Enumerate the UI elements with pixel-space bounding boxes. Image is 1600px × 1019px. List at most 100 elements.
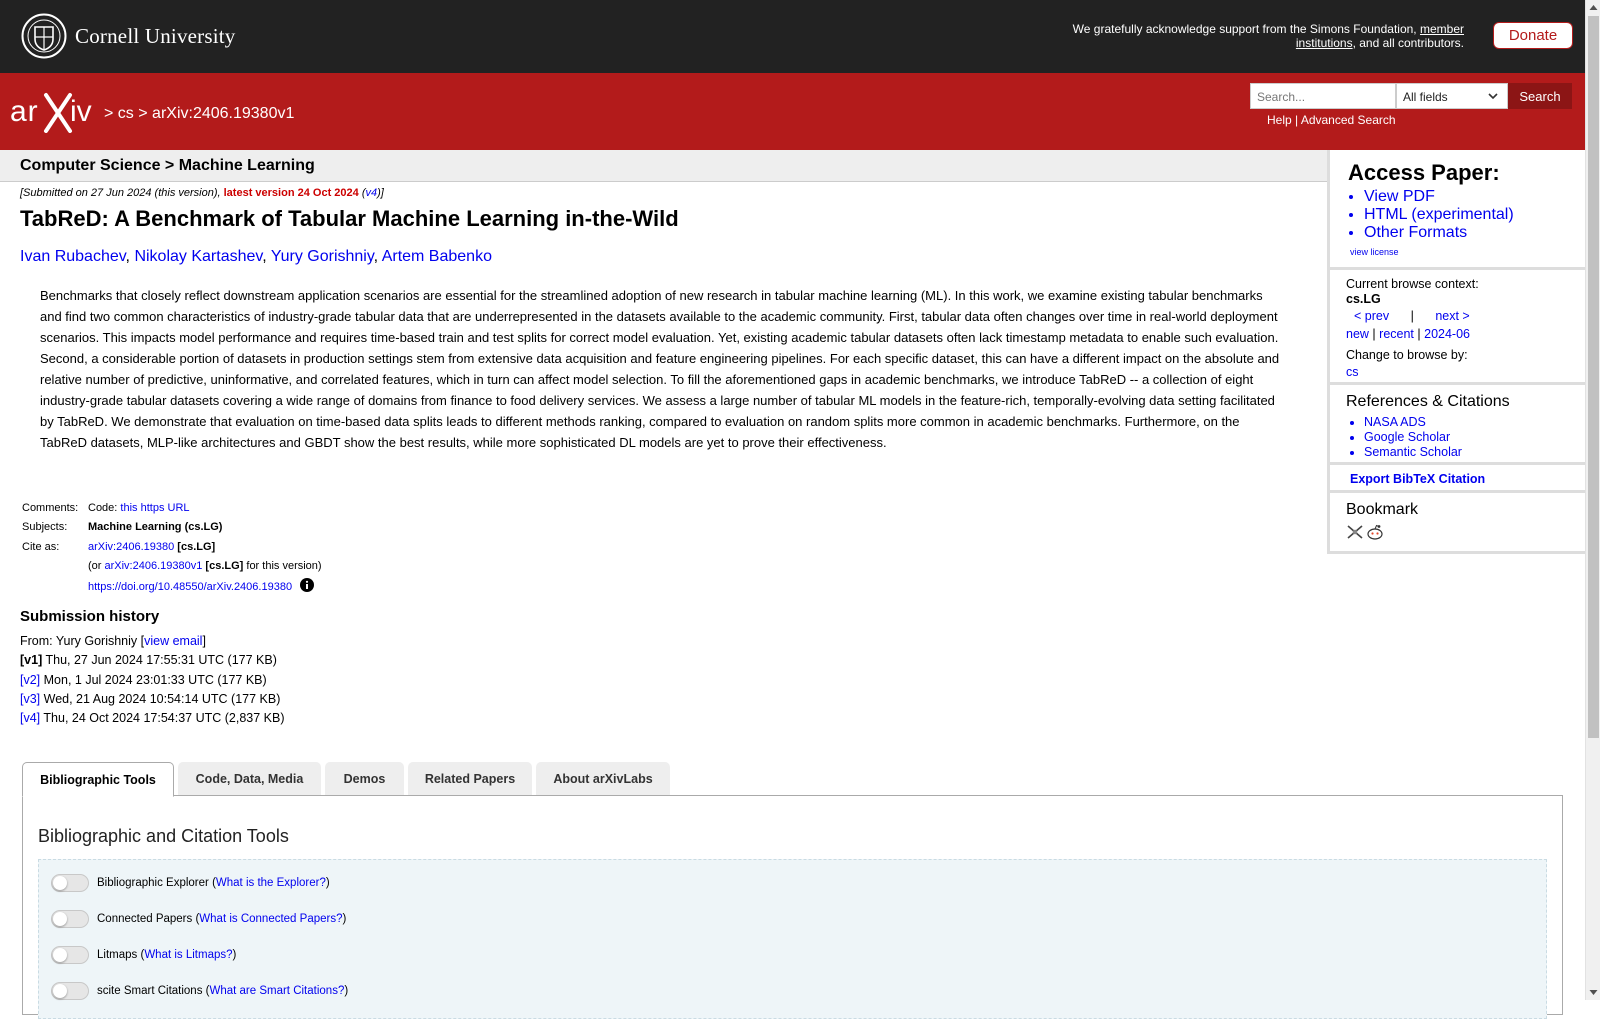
doi-link[interactable]: https://doi.org/10.48550/arXiv.2406.1938… <box>88 581 292 593</box>
bibsonomy-icon[interactable] <box>1346 524 1364 540</box>
tool-row: Litmaps (What is Litmaps?) <box>51 946 236 964</box>
version-link[interactable]: [v3] <box>20 692 40 706</box>
view-license-link[interactable]: view license <box>1350 247 1399 257</box>
access-paper-box: Access Paper: View PDF HTML (experimenta… <box>1327 150 1586 270</box>
institution-banner: Cornell University We gratefully acknowl… <box>0 0 1585 73</box>
list-nav: new | recent | 2024-06 <box>1346 327 1470 341</box>
tab-related-papers[interactable]: Related Papers <box>408 762 532 795</box>
search-field-select[interactable]: All fields <box>1396 83 1508 109</box>
search-button[interactable]: Search <box>1508 83 1572 109</box>
recent-link[interactable]: recent <box>1379 327 1414 341</box>
tool-help-link[interactable]: What are Smart Citations? <box>209 985 344 997</box>
view-pdf-link[interactable]: View PDF <box>1364 188 1514 206</box>
subjects-value: Machine Learning (cs.LG) <box>88 521 223 534</box>
submission-history-heading: Submission history <box>20 608 160 625</box>
tool-help-link[interactable]: What is Litmaps? <box>144 949 232 961</box>
version-row: [v2] Mon, 1 Jul 2024 23:01:33 UTC (177 K… <box>20 672 267 687</box>
author-link[interactable]: Yury Gorishniy <box>271 248 374 265</box>
scroll-up-arrow-icon[interactable] <box>1589 3 1598 12</box>
cornell-seal-icon <box>21 13 67 59</box>
abstract: Benchmarks that closely reflect downstre… <box>40 288 1280 450</box>
arxiv-logo-icon[interactable]: ar iv <box>10 91 102 133</box>
author-list: Ivan Rubachev, Nikolay Kartashev, Yury G… <box>20 248 492 265</box>
context-value: cs.LG <box>1346 292 1381 306</box>
tools-list: Bibliographic Explorer (What is the Expl… <box>38 859 1547 1019</box>
author-link[interactable]: Ivan Rubachev <box>20 248 126 265</box>
new-link[interactable]: new <box>1346 327 1369 341</box>
access-links: View PDF HTML (experimental) Other Forma… <box>1348 188 1514 242</box>
search-input[interactable]: Search... <box>1250 83 1396 109</box>
breadcrumb-paper-id: arXiv:2406.19380v1 <box>152 105 295 122</box>
bibtex-box: Export BibTeX Citation <box>1327 465 1586 493</box>
info-icon[interactable] <box>300 578 315 593</box>
access-heading: Access Paper: <box>1348 160 1500 185</box>
tab-demos[interactable]: Demos <box>325 762 404 795</box>
tab-panel: Bibliographic and Citation Tools Bibliog… <box>22 795 1563 1019</box>
comments-label: Comments: <box>22 501 79 514</box>
latest-version-note: latest version 24 Oct 2024 <box>223 187 359 199</box>
month-link[interactable]: 2024-06 <box>1424 327 1470 341</box>
semantic-scholar-link[interactable]: Semantic Scholar <box>1364 445 1462 460</box>
cornell-logo[interactable]: Cornell University <box>21 13 236 59</box>
context-label: Current browse context: <box>1346 277 1479 291</box>
version-link[interactable]: [v2] <box>20 673 40 687</box>
subjects-label: Subjects: <box>22 521 68 534</box>
code-url-link[interactable]: this https URL <box>120 502 189 514</box>
reddit-icon[interactable] <box>1366 524 1384 540</box>
bibliographic-explorer-toggle[interactable] <box>51 874 89 892</box>
nasa-ads-link[interactable]: NASA ADS <box>1364 415 1462 430</box>
breadcrumb-cs[interactable]: cs <box>118 105 134 122</box>
support-acknowledgement: We gratefully acknowledge support from t… <box>1072 22 1464 50</box>
tool-help-link[interactable]: What is the Explorer? <box>216 877 326 889</box>
tab-about-arxivlabs[interactable]: About arXivLabs <box>536 762 670 795</box>
bookmark-heading: Bookmark <box>1346 501 1419 518</box>
page-scrollbar[interactable] <box>1585 0 1600 1000</box>
litmaps-toggle[interactable] <box>51 946 89 964</box>
version-row: [v1] Thu, 27 Jun 2024 17:55:31 UTC (177 … <box>20 653 277 668</box>
arxiv-header: ar iv > cs > arXiv:2406.19380v1 Search..… <box>0 73 1585 150</box>
google-scholar-link[interactable]: Google Scholar <box>1364 430 1462 445</box>
other-formats-link[interactable]: Other Formats <box>1364 224 1514 242</box>
latest-version-link[interactable]: v4 <box>366 187 378 199</box>
prev-next-nav: < prev | next > <box>1354 309 1470 323</box>
tool-row: scite Smart Citations (What are Smart Ci… <box>51 982 348 1000</box>
paper-title: TabReD: A Benchmark of Tabular Machine L… <box>20 206 679 231</box>
browse-cs-link[interactable]: cs <box>1346 365 1359 379</box>
references-heading: References & Citations <box>1346 393 1510 410</box>
author-link[interactable]: Artem Babenko <box>382 248 492 265</box>
help-link[interactable]: Help <box>1267 113 1292 127</box>
author-link[interactable]: Nikolay Kartashev <box>134 248 262 265</box>
svg-text:iv: iv <box>70 95 92 128</box>
cite-version-link[interactable]: arXiv:2406.19380v1 <box>105 560 203 572</box>
bookmark-box: Bookmark <box>1327 493 1586 554</box>
metadata-table: Comments: Code: this https URL Subjects: M… <box>22 501 322 594</box>
prev-link[interactable]: < prev <box>1354 309 1389 323</box>
tab-code-data-media[interactable]: Code, Data, Media <box>178 762 321 795</box>
change-browse-label: Change to browse by: <box>1346 348 1468 362</box>
subject-header: Computer Science > Machine Learning <box>0 150 1327 182</box>
labs-tabs: Bibliographic Tools Code, Data, Media De… <box>22 762 674 797</box>
version-link[interactable]: [v4] <box>20 711 40 725</box>
advanced-search-link[interactable]: Advanced Search <box>1301 113 1396 127</box>
export-bibtex-link[interactable]: Export BibTeX Citation <box>1350 472 1485 486</box>
html-link[interactable]: HTML (experimental) <box>1364 206 1514 224</box>
view-email-link[interactable]: view email <box>144 634 202 648</box>
cite-id-link[interactable]: arXiv:2406.19380 <box>88 541 174 553</box>
tab-bibliographic-tools[interactable]: Bibliographic Tools <box>22 762 174 797</box>
references-box: References & Citations NASA ADS Google S… <box>1327 385 1586 465</box>
donate-button[interactable]: Donate <box>1493 22 1573 49</box>
next-link[interactable]: next > <box>1435 309 1469 323</box>
breadcrumb: > cs > arXiv:2406.19380v1 <box>104 105 295 122</box>
university-name: Cornell University <box>75 23 236 48</box>
browse-context-box: Current browse context: cs.LG < prev | n… <box>1327 270 1586 385</box>
connected-papers-toggle[interactable] <box>51 910 89 928</box>
tool-help-link[interactable]: What is Connected Papers? <box>199 913 342 925</box>
version-row: [v4] Thu, 24 Oct 2024 17:54:37 UTC (2,83… <box>20 711 285 726</box>
scroll-down-arrow-icon[interactable] <box>1589 988 1598 997</box>
subject-title: Computer Science > Machine Learning <box>20 157 315 174</box>
svg-text:ar: ar <box>10 95 39 128</box>
scrollbar-thumb[interactable] <box>1588 16 1599 738</box>
tool-row: Bibliographic Explorer (What is the Expl… <box>51 874 330 892</box>
scite-toggle[interactable] <box>51 982 89 1000</box>
references-links: NASA ADS Google Scholar Semantic Scholar <box>1348 415 1462 460</box>
